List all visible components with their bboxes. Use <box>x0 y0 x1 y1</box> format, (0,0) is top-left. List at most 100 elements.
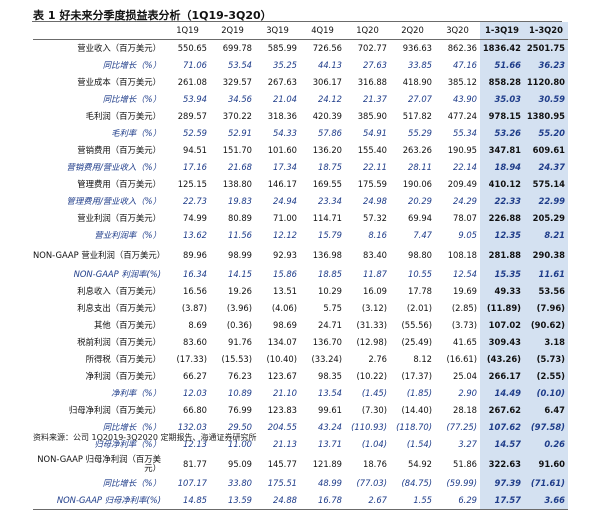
table-cell: 123.83 <box>267 405 297 415</box>
table-cell: 136.70 <box>312 337 342 347</box>
table-cell: 190.06 <box>402 179 432 189</box>
table-cell: 71.06 <box>183 60 207 70</box>
table-cell: 16.09 <box>363 286 387 296</box>
table-cell: 28.18 <box>453 405 477 415</box>
table-cell: 7.47 <box>413 230 432 240</box>
table-row: 营业利润（百万美元） 74.99 80.89 71.00 114.71 57.32 69.9… <box>33 210 568 227</box>
table-cell: 138.80 <box>222 179 252 189</box>
table-cell: (7.96) <box>524 300 568 317</box>
table-cell: 55.20 <box>524 125 568 142</box>
table-cell: 266.17 <box>480 368 524 385</box>
table-cell: 22.33 <box>480 193 524 210</box>
table-cell: 43.24 <box>318 422 342 432</box>
table-cell: 347.81 <box>480 142 524 159</box>
table-cell: 2.76 <box>368 354 387 364</box>
table-cell: (110.93) <box>351 422 387 432</box>
table-cell: 24.98 <box>363 196 387 206</box>
table-cell: (59.99) <box>446 478 477 488</box>
table-cell: 1.55 <box>390 492 435 510</box>
table-cell: 322.63 <box>480 453 524 475</box>
table-cell: 14.15 <box>228 269 252 279</box>
table-cell: 19.83 <box>228 196 252 206</box>
table-cell: 2501.75 <box>524 39 568 57</box>
table-cell: 98.69 <box>273 320 297 330</box>
table-cell: 21.68 <box>228 162 252 172</box>
table-cell: (10.22) <box>356 371 387 381</box>
table-cell: 477.24 <box>447 111 477 121</box>
table-cell: 10.55 <box>408 269 432 279</box>
table-cell: 78.07 <box>453 213 477 223</box>
table-cell: 11.56 <box>228 230 252 240</box>
table-cell: (17.33) <box>176 354 207 364</box>
table-cell: 54.33 <box>273 128 297 138</box>
table-row: 管理费用（百万美元） 125.15 138.80 146.17 169.55 175.59… <box>33 176 568 193</box>
table-cell: (0.36) <box>226 320 252 330</box>
table-cell: 2.67 <box>345 492 390 510</box>
table-cell: 20.29 <box>408 196 432 206</box>
table-cell: 24.37 <box>524 159 568 176</box>
table-row: 税前利润（百万美元） 83.60 91.76 134.07 136.70 (12.98) (… <box>33 334 568 351</box>
table-row: 其他（百万美元） 8.69 (0.36) 98.69 24.71 (31.33) (55.5… <box>33 317 568 334</box>
table-cell: 107.17 <box>177 478 207 488</box>
table-cell: 76.99 <box>228 405 252 415</box>
row-label: 营销费用/营业收入（%） <box>66 162 161 172</box>
table-cell: 49.33 <box>480 283 524 300</box>
table-cell: 43.90 <box>453 94 477 104</box>
table-cell: 89.96 <box>183 249 207 260</box>
table-cell: (1.54) <box>406 439 432 449</box>
table-cell: 47.16 <box>453 60 477 70</box>
table-cell: 11.87 <box>363 269 387 279</box>
table-cell: 71.00 <box>273 213 297 223</box>
table-row: 毛利率（%） 52.59 52.91 54.33 57.86 54.91 55.29 55.3… <box>33 125 568 142</box>
table-cell: 209.49 <box>447 179 477 189</box>
table-row: 营业成本（百万美元） 261.08 329.57 267.63 306.17 316.88… <box>33 74 568 91</box>
table-cell: 69.94 <box>408 213 432 223</box>
table-cell: 114.71 <box>312 213 342 223</box>
table-cell: 14.49 <box>480 385 524 402</box>
row-label: 毛利率（%） <box>111 128 161 138</box>
table-cell: 76.23 <box>228 371 252 381</box>
table-cell: 858.28 <box>480 74 524 91</box>
table-cell: 19.26 <box>228 286 252 296</box>
table-cell: (1.45) <box>361 388 387 398</box>
row-label: 同比增长（%） <box>102 94 161 104</box>
table-cell: 99.61 <box>318 405 342 415</box>
table-cell: 936.63 <box>402 43 432 53</box>
table-cell: 44.13 <box>318 60 342 70</box>
table-cell: (1.85) <box>406 388 432 398</box>
header-1q19: 1Q19 <box>165 22 210 40</box>
table-cell: 11.61 <box>524 266 568 283</box>
table-cell: 420.39 <box>312 111 342 121</box>
table-cell: 21.37 <box>363 94 387 104</box>
table-cell: 53.54 <box>228 60 252 70</box>
table-cell: 2.90 <box>458 388 477 398</box>
row-label: NON-GAAP 营业利润（百万美元） <box>33 249 165 260</box>
table-cell: 53.94 <box>183 94 207 104</box>
table-row: 同比增长（%） 53.94 34.56 21.04 24.12 21.37 27.07 43.… <box>33 91 568 108</box>
table-cell: 9.05 <box>458 230 477 240</box>
table-cell: 702.77 <box>357 43 387 53</box>
table-row: 所得税（百万美元） (17.33) (15.53) (10.40) (33.24) 2.7… <box>33 351 568 368</box>
table-cell: 52.59 <box>183 128 207 138</box>
table-cell: 136.98 <box>312 249 342 260</box>
table-cell: 385.90 <box>357 111 387 121</box>
table-cell: 107.62 <box>480 419 524 436</box>
table-cell: 121.89 <box>312 458 342 469</box>
table-cell: 726.56 <box>312 43 342 53</box>
table-cell: 36.23 <box>524 57 568 74</box>
table-cell: 175.51 <box>267 478 297 488</box>
table-cell: 12.03 <box>183 388 207 398</box>
table-cell: 81.77 <box>183 458 207 469</box>
table-cell: (84.75) <box>401 478 432 488</box>
table-cell: 123.67 <box>267 371 297 381</box>
row-label: 同比增长（%） <box>102 60 161 70</box>
row-label: 营业利润（百万美元） <box>77 213 161 223</box>
table-cell: 66.80 <box>183 405 207 415</box>
table-row: NON-GAAP 归母净利润（百万美元） 81.77 95.09 145.77 121.… <box>33 453 568 475</box>
table-cell: (3.73) <box>451 320 477 330</box>
table-cell: 155.40 <box>357 145 387 155</box>
table-cell: 14.57 <box>480 436 524 453</box>
table-cell: 410.12 <box>480 176 524 193</box>
table-cell: (33.24) <box>311 354 342 364</box>
table-cell: 12.12 <box>273 230 297 240</box>
